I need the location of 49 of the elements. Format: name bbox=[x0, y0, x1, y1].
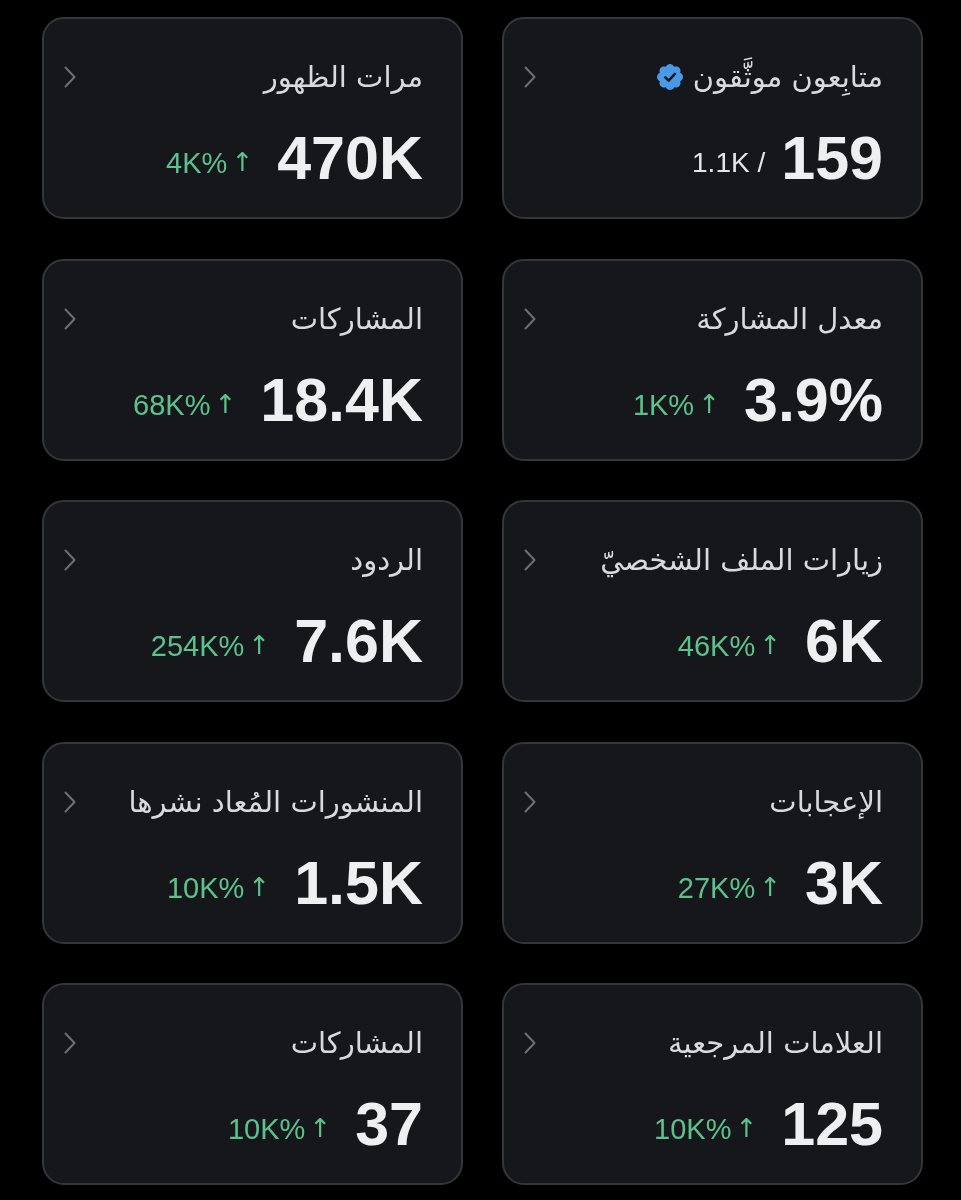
chevron-right-icon bbox=[524, 66, 536, 88]
metric-title: متابِعون موثَّقون bbox=[692, 55, 883, 99]
trend-arrow: ↑ bbox=[759, 870, 781, 904]
metric-total: / 1.1K bbox=[692, 146, 766, 180]
metric-title: الإعجابات bbox=[769, 783, 883, 821]
metric-value: 125 bbox=[781, 1091, 883, 1157]
change-percent: 1K% bbox=[632, 387, 695, 422]
metric-value: 6K bbox=[805, 608, 883, 674]
trend-arrow: ↑ bbox=[248, 870, 271, 904]
change-percent: 10K% bbox=[227, 1112, 306, 1146]
chevron-right-icon bbox=[64, 790, 76, 813]
metric-value: 159 bbox=[781, 125, 883, 191]
metric-title: الردود bbox=[350, 542, 423, 579]
chevron-right-icon bbox=[64, 549, 76, 571]
change-percent: 27K% bbox=[677, 870, 756, 905]
chevron-right-icon bbox=[524, 790, 536, 813]
metric-title: مرات الظهور bbox=[263, 59, 423, 96]
metric-value: 1.5K bbox=[294, 849, 423, 916]
metric-value: 3.9% bbox=[743, 366, 883, 433]
change-percent: 254K% bbox=[150, 629, 245, 663]
trend-arrow: ↑ bbox=[231, 146, 254, 179]
chevron-right-icon bbox=[64, 307, 76, 330]
trend-arrow: ↑ bbox=[735, 1112, 758, 1145]
change-percent: 4K% bbox=[166, 146, 228, 180]
metric-value: 37 bbox=[355, 1091, 423, 1157]
chevron-right-icon bbox=[524, 307, 536, 330]
metric-value: 18.4K bbox=[260, 366, 423, 433]
chevron-right-icon bbox=[64, 66, 76, 88]
change-percent: 10K% bbox=[166, 870, 245, 905]
metric-title: المشاركات bbox=[290, 300, 423, 338]
trend-arrow: ↑ bbox=[248, 629, 271, 662]
trend-arrow: ↑ bbox=[309, 1112, 332, 1145]
metric-title: العلامات المرجعية bbox=[668, 1025, 883, 1062]
metric-title: معدل المشاركة bbox=[696, 300, 883, 338]
metric-value: 3K bbox=[805, 849, 883, 916]
chevron-right-icon bbox=[524, 549, 536, 571]
change-percent: 10K% bbox=[654, 1112, 732, 1146]
trend-arrow: ↑ bbox=[759, 629, 781, 662]
metric-value: 7.6K bbox=[294, 608, 423, 674]
chevron-right-icon bbox=[64, 1032, 76, 1054]
trend-arrow: ↑ bbox=[698, 387, 720, 421]
metric-title: زيارات الملف الشخصيّ bbox=[600, 542, 883, 580]
metric-value: 470K bbox=[277, 125, 423, 191]
metric-title: المنشورات المُعاد نشرها bbox=[128, 783, 423, 821]
change-percent: 68K% bbox=[133, 387, 211, 422]
metric-title: المشاركات bbox=[290, 1025, 423, 1062]
chevron-right-icon bbox=[524, 1032, 536, 1054]
trend-arrow: ↑ bbox=[214, 387, 237, 421]
change-percent: 46K% bbox=[677, 629, 756, 663]
